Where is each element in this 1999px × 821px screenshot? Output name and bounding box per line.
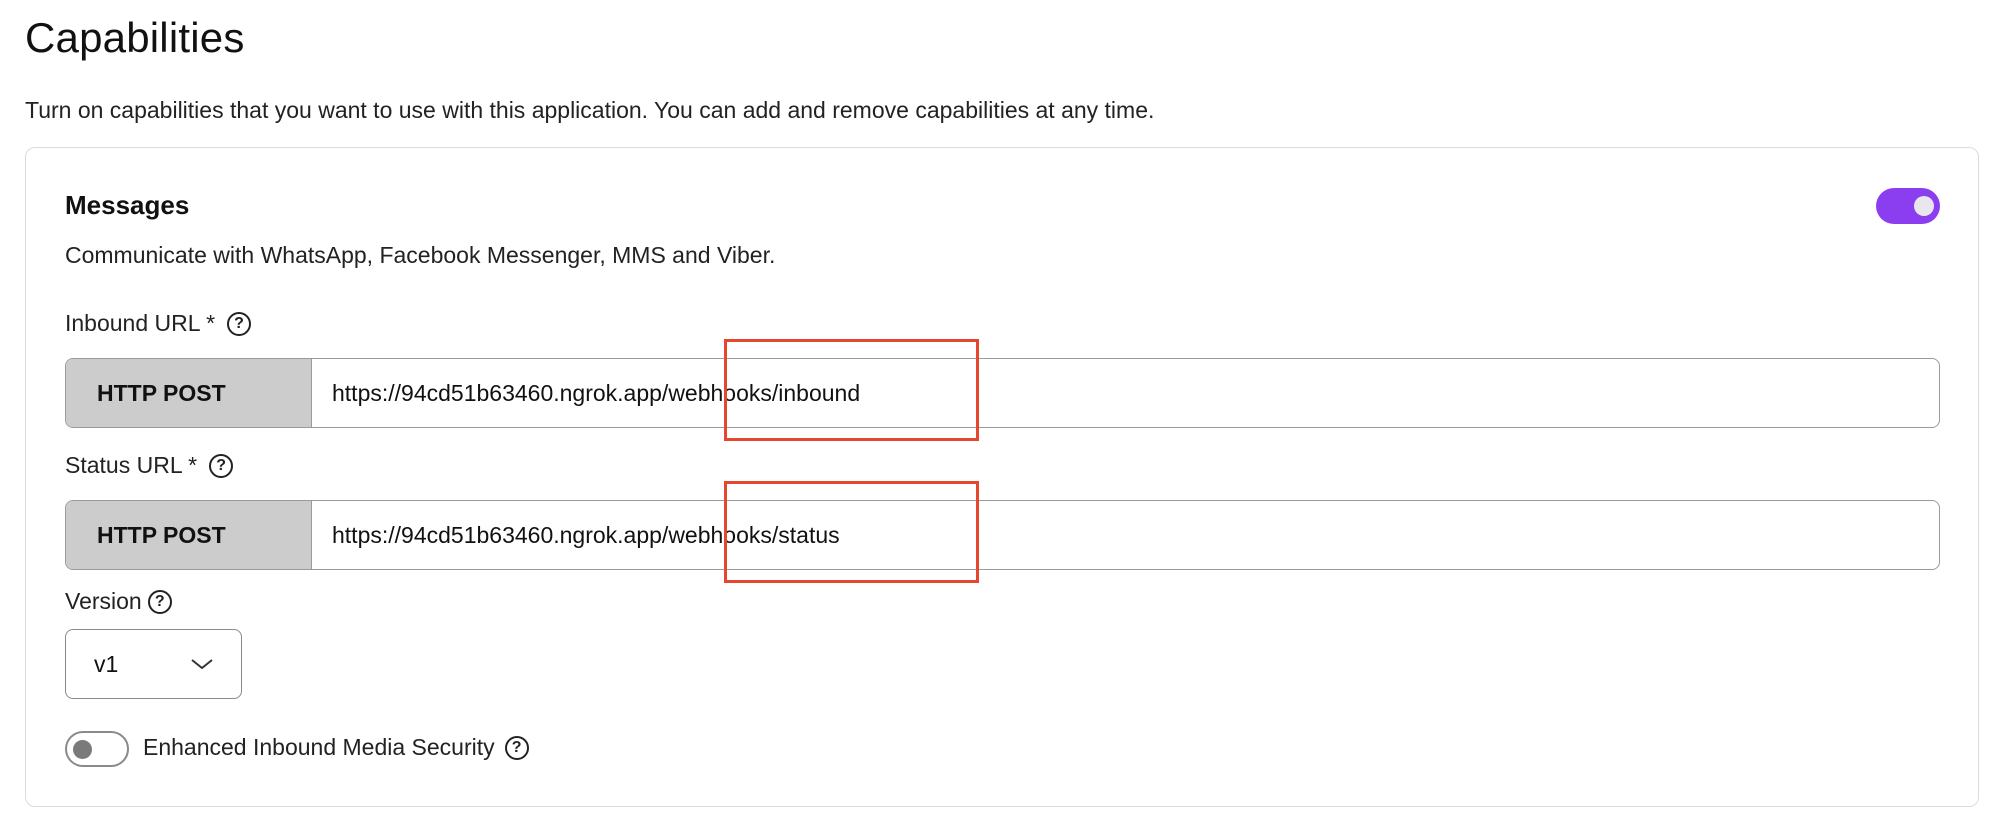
- status-url-group: HTTP POST: [65, 500, 1940, 570]
- version-label: Version: [65, 588, 142, 614]
- version-select[interactable]: v1: [65, 629, 242, 699]
- messages-toggle[interactable]: [1876, 188, 1940, 224]
- status-method-label: HTTP POST: [66, 501, 312, 569]
- enhanced-security-label-row: Enhanced Inbound Media Security ?: [143, 734, 529, 761]
- toggle-knob: [73, 740, 92, 759]
- version-selected-value: v1: [94, 650, 119, 677]
- capability-title: Messages: [65, 190, 190, 220]
- status-url-label: Status URL *: [65, 452, 198, 478]
- chevron-down-icon: [191, 658, 213, 670]
- inbound-url-input[interactable]: [312, 359, 1939, 427]
- page-description: Turn on capabilities that you want to us…: [25, 97, 1155, 123]
- status-url-label-row: Status URL * ?: [65, 452, 234, 479]
- version-label-row: Version ?: [65, 588, 172, 615]
- help-icon[interactable]: ?: [504, 735, 529, 760]
- inbound-url-label-row: Inbound URL * ?: [65, 310, 252, 337]
- enhanced-security-label: Enhanced Inbound Media Security: [143, 734, 495, 760]
- inbound-url-label: Inbound URL *: [65, 310, 216, 336]
- help-icon[interactable]: ?: [227, 311, 252, 336]
- enhanced-security-toggle[interactable]: [65, 731, 129, 767]
- capability-description: Communicate with WhatsApp, Facebook Mess…: [65, 242, 776, 268]
- status-url-input[interactable]: [312, 501, 1939, 569]
- help-icon[interactable]: ?: [209, 453, 234, 478]
- help-icon[interactable]: ?: [147, 589, 172, 614]
- toggle-knob: [1914, 196, 1934, 216]
- page-title: Capabilities: [25, 14, 245, 61]
- inbound-method-label: HTTP POST: [66, 359, 312, 427]
- inbound-url-group: HTTP POST: [65, 358, 1940, 428]
